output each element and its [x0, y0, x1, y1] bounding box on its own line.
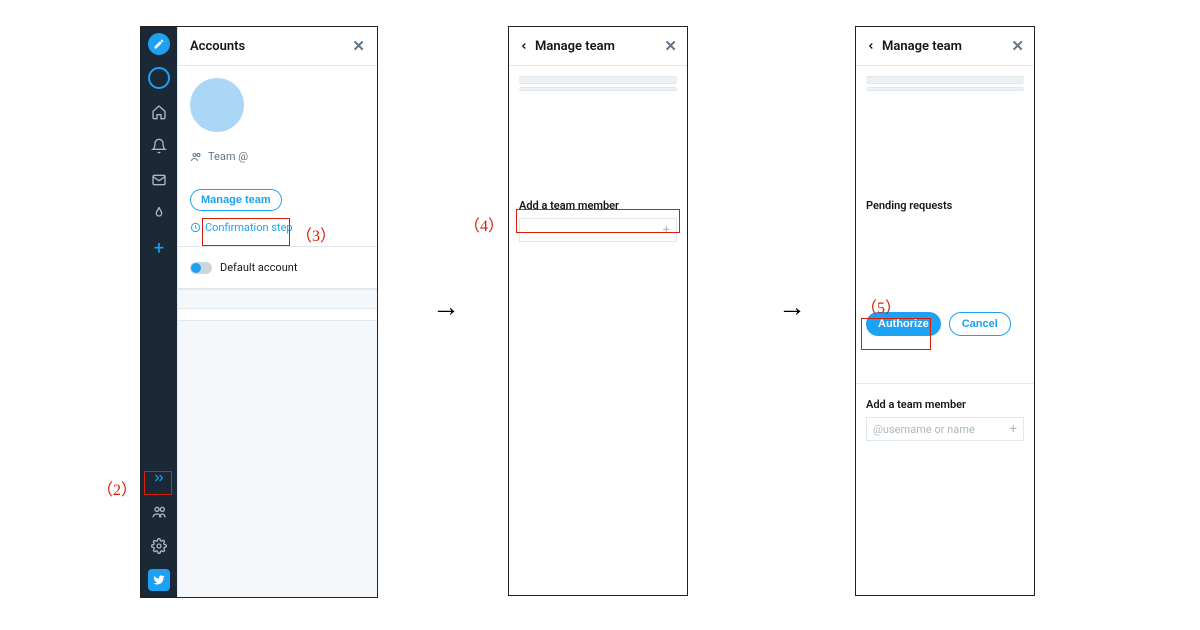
accounts-title: Accounts	[190, 39, 245, 54]
close-icon[interactable]: ✕	[664, 37, 677, 55]
tweetdeck-window: + Accounts ✕ Team @	[140, 26, 378, 598]
spacer	[178, 309, 377, 321]
close-icon[interactable]: ✕	[1011, 37, 1024, 55]
placeholder-row	[519, 76, 677, 84]
chevron-left-icon	[519, 41, 529, 51]
default-account-toggle[interactable]	[190, 262, 212, 274]
search-icon[interactable]	[148, 67, 170, 89]
arrow-icon: →	[432, 290, 460, 323]
callout-5-box	[861, 318, 931, 350]
arrow-icon: →	[778, 290, 806, 323]
add-column-icon[interactable]: +	[148, 237, 170, 259]
spacer	[178, 289, 377, 309]
add-member-plus-icon[interactable]: +	[1010, 422, 1017, 437]
callout-2: （2）	[97, 476, 137, 500]
close-icon[interactable]: ✕	[352, 37, 365, 55]
team-label-row: Team @	[190, 150, 365, 163]
home-icon[interactable]	[148, 101, 170, 123]
cancel-button[interactable]: Cancel	[949, 312, 1011, 336]
default-account-label: Default account	[220, 261, 297, 274]
manage-team-title: Manage team	[882, 39, 962, 54]
team-icon	[190, 151, 202, 163]
sidebar: +	[141, 27, 177, 597]
manage-team-header: Manage team ✕	[856, 27, 1034, 66]
settings-icon[interactable]	[148, 535, 170, 557]
callout-5: （5）	[861, 294, 901, 318]
manage-team-panel-step4: Manage team ✕ Add a team member +	[508, 26, 688, 596]
add-member-label: Add a team member	[856, 398, 1034, 411]
notifications-icon[interactable]	[148, 135, 170, 157]
add-member-placeholder: @username or name	[873, 423, 975, 436]
clock-icon	[190, 222, 201, 233]
back-button[interactable]: Manage team	[866, 39, 962, 54]
callout-4-box	[516, 209, 680, 233]
pending-requests-label: Pending requests	[856, 199, 1034, 212]
placeholder-row	[866, 76, 1024, 84]
callout-2-box	[144, 471, 172, 495]
callout-3: （3）	[296, 222, 336, 246]
default-account-row: Default account	[178, 247, 377, 289]
avatar[interactable]	[190, 78, 244, 132]
back-button[interactable]: Manage team	[519, 39, 615, 54]
chevron-left-icon	[866, 41, 876, 51]
twitter-logo-icon	[148, 569, 170, 591]
add-member-input[interactable]: @username or name +	[866, 417, 1024, 441]
manage-team-button[interactable]: Manage team	[190, 189, 282, 211]
activity-icon[interactable]	[148, 203, 170, 225]
compose-button[interactable]	[148, 33, 170, 55]
accounts-panel: Accounts ✕ Team @ Manage team Confirmati…	[177, 27, 377, 597]
manage-team-title: Manage team	[535, 39, 615, 54]
accounts-header: Accounts ✕	[178, 27, 377, 66]
callout-3-box	[202, 218, 290, 246]
callout-4: （4）	[464, 212, 504, 236]
manage-team-header: Manage team ✕	[509, 27, 687, 66]
messages-icon[interactable]	[148, 169, 170, 191]
accounts-icon[interactable]	[148, 501, 170, 523]
team-label: Team @	[208, 150, 248, 163]
